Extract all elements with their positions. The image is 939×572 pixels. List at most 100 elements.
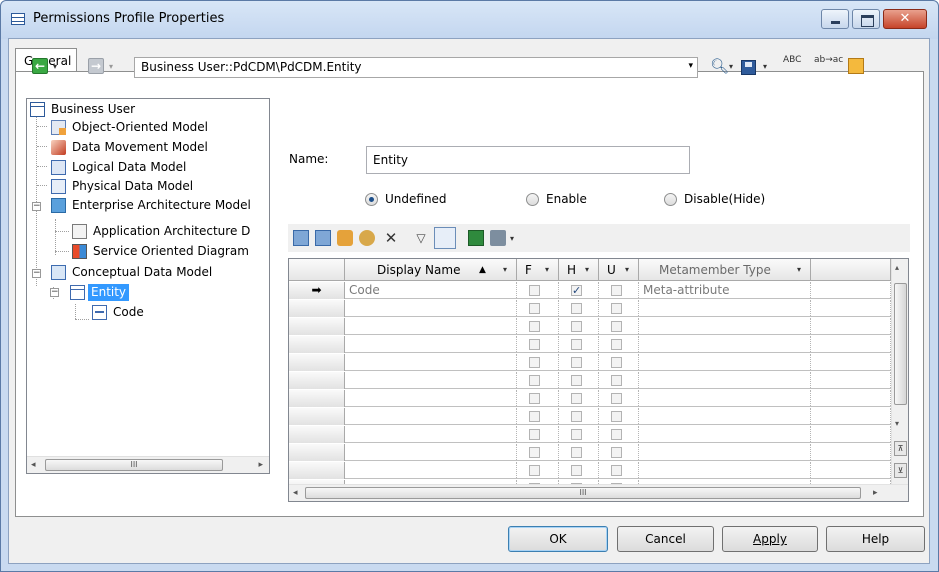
table-row[interactable] xyxy=(289,300,891,317)
filter-icon[interactable]: ▽ xyxy=(413,230,429,246)
chevron-down-icon[interactable]: ▾ xyxy=(688,61,693,71)
table-row[interactable] xyxy=(289,462,891,479)
table-row[interactable] xyxy=(289,354,891,371)
row-header[interactable] xyxy=(289,372,345,389)
page-bottom-icon[interactable]: ⊻ xyxy=(894,463,907,478)
table-row[interactable] xyxy=(289,408,891,425)
collapse-icon[interactable]: − xyxy=(32,269,41,278)
checkbox-h[interactable] xyxy=(571,429,582,440)
filter-dropdown-icon[interactable]: ▾ xyxy=(620,262,634,277)
cell-metamember-type[interactable] xyxy=(639,426,811,442)
metamember-grid[interactable]: Display Name ▲ ▾ F ▾ H ▾ U ▾ Metamember … xyxy=(288,258,909,502)
checkbox-u[interactable] xyxy=(611,465,622,476)
row-header[interactable] xyxy=(289,426,345,443)
cell-metamember-type[interactable] xyxy=(639,336,811,352)
table-row[interactable] xyxy=(289,372,891,389)
add-row-icon[interactable] xyxy=(315,230,331,246)
cell-display-name[interactable] xyxy=(345,372,517,388)
scroll-left-icon[interactable]: ◂ xyxy=(293,488,298,498)
cell-display-name[interactable] xyxy=(345,462,517,478)
cancel-button[interactable]: Cancel xyxy=(617,526,714,552)
cell-display-name[interactable] xyxy=(345,444,517,460)
column-header-u[interactable]: U ▾ xyxy=(599,259,639,281)
row-header[interactable] xyxy=(289,444,345,461)
maximize-button[interactable] xyxy=(852,9,880,29)
cell-display-name[interactable] xyxy=(345,300,517,316)
grid-vertical-scrollbar[interactable]: ▴ ▾ ⊼ ⊻ xyxy=(891,259,908,485)
cell-metamember-type[interactable] xyxy=(639,300,811,316)
print-icon[interactable] xyxy=(490,230,506,246)
cell-display-name[interactable] xyxy=(345,354,517,370)
checkbox-u[interactable] xyxy=(611,339,622,350)
checkbox-f[interactable] xyxy=(529,465,540,476)
radio-button[interactable] xyxy=(365,193,378,206)
checkbox-f[interactable] xyxy=(529,447,540,458)
row-header[interactable] xyxy=(289,318,345,335)
checkbox-u[interactable] xyxy=(611,411,622,422)
checkbox-f[interactable] xyxy=(529,339,540,350)
cell-metamember-type[interactable] xyxy=(639,372,811,388)
checkbox-f[interactable] xyxy=(529,375,540,386)
checkbox-u[interactable] xyxy=(611,357,622,368)
table-row[interactable] xyxy=(289,336,891,353)
filter-dropdown-icon[interactable]: ▾ xyxy=(540,262,554,277)
minimize-button[interactable] xyxy=(821,9,849,29)
cell-metamember-type[interactable] xyxy=(639,408,811,424)
checkbox-h[interactable] xyxy=(571,465,582,476)
back-dropdown-icon[interactable]: ▾ xyxy=(53,62,57,71)
scrollbar-thumb[interactable] xyxy=(894,283,907,405)
scrollbar-thumb[interactable]: III xyxy=(45,459,223,471)
checkbox-u[interactable] xyxy=(611,321,622,332)
table-row[interactable] xyxy=(289,426,891,443)
checkbox-h[interactable] xyxy=(571,411,582,422)
tree-horizontal-scrollbar[interactable]: ◂ III ▸ xyxy=(27,456,269,473)
checkbox-u[interactable] xyxy=(611,375,622,386)
excel-export-icon[interactable] xyxy=(468,230,484,246)
forward-arrow-icon[interactable]: → xyxy=(88,58,104,74)
row-header[interactable] xyxy=(289,462,345,479)
cell-display-name[interactable] xyxy=(345,318,517,334)
print-dropdown-icon[interactable]: ▾ xyxy=(510,234,514,243)
column-header-metamember-type[interactable]: Metamember Type ▾ xyxy=(639,259,811,281)
checkbox-f[interactable] xyxy=(529,303,540,314)
cell-metamember-type[interactable] xyxy=(639,390,811,406)
row-header[interactable] xyxy=(289,408,345,425)
cell-display-name[interactable]: Code xyxy=(345,282,517,298)
filter-dropdown-icon[interactable]: ▾ xyxy=(580,262,594,277)
cell-metamember-type[interactable] xyxy=(639,444,811,460)
table-row[interactable] xyxy=(289,444,891,461)
checkbox-h[interactable] xyxy=(571,375,582,386)
object-path-combobox[interactable]: Business User::PdCDM\PdCDM.Entity ▾ xyxy=(134,57,698,78)
checkbox-h[interactable] xyxy=(571,393,582,404)
radio-button[interactable] xyxy=(664,193,677,206)
scroll-right-icon[interactable]: ▸ xyxy=(873,488,878,498)
filter-dropdown-icon[interactable]: ▾ xyxy=(498,262,512,277)
add-attribute-icon[interactable] xyxy=(337,230,353,246)
checkbox-u[interactable] xyxy=(611,429,622,440)
column-header-h[interactable]: H ▾ xyxy=(559,259,599,281)
collapse-icon[interactable]: − xyxy=(50,288,59,297)
checkbox-f[interactable] xyxy=(529,429,540,440)
checkbox-f[interactable] xyxy=(529,321,540,332)
collapse-icon[interactable]: − xyxy=(32,202,41,211)
page-top-icon[interactable]: ⊼ xyxy=(894,441,907,456)
checkbox-h[interactable] xyxy=(571,283,582,299)
table-row[interactable] xyxy=(289,390,891,407)
row-header[interactable]: ➡ xyxy=(289,282,345,299)
export-icon[interactable] xyxy=(848,58,864,74)
row-header[interactable] xyxy=(289,390,345,407)
spell-check-icon[interactable]: ABC xyxy=(783,56,801,72)
cell-metamember-type[interactable]: Meta-attribute xyxy=(639,282,811,298)
checkbox-u[interactable] xyxy=(611,393,622,404)
checkbox-f[interactable] xyxy=(529,393,540,404)
cell-display-name[interactable] xyxy=(345,408,517,424)
table-row[interactable] xyxy=(289,318,891,335)
cell-metamember-type[interactable] xyxy=(639,462,811,478)
insert-row-icon[interactable] xyxy=(359,230,375,246)
checkbox-f[interactable] xyxy=(529,357,540,368)
model-tree[interactable]: Business User Object-Oriented Model Data… xyxy=(26,98,270,474)
back-arrow-icon[interactable]: ← xyxy=(32,58,48,74)
forward-dropdown-icon[interactable]: ▾ xyxy=(109,62,113,71)
checkbox-u[interactable] xyxy=(611,285,622,296)
ok-button[interactable]: OK xyxy=(508,526,608,552)
